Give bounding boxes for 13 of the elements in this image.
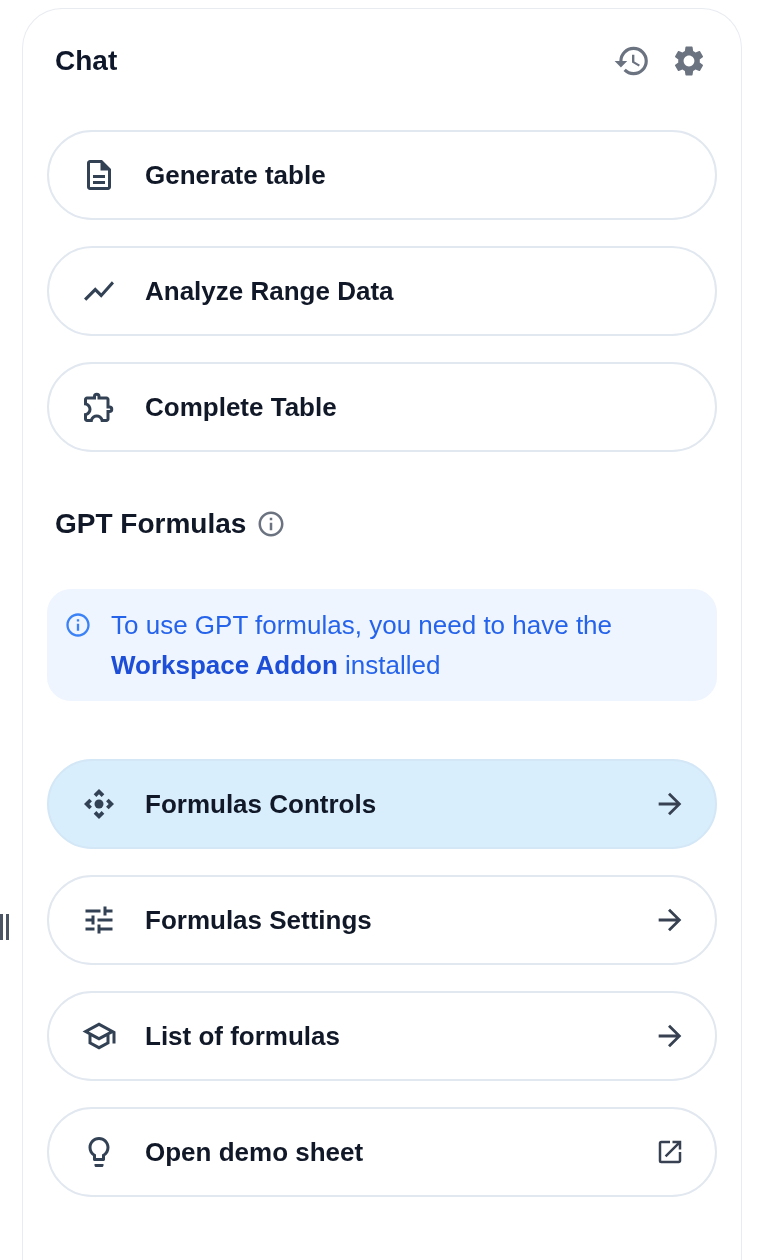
action-button[interactable]: Analyze Range Data <box>47 246 717 336</box>
menu-button[interactable]: Open demo sheet <box>47 1107 717 1197</box>
workspace-addon-link[interactable]: Workspace Addon <box>111 650 338 680</box>
menu-button[interactable]: Formulas Settings <box>47 875 717 965</box>
section-title: GPT Formulas <box>55 507 247 541</box>
action-button[interactable]: Generate table <box>47 130 717 220</box>
panel-title: Chat <box>55 44 118 78</box>
resize-handle-icon[interactable] <box>0 914 10 940</box>
action-button[interactable]: Complete Table <box>47 362 717 452</box>
info-icon <box>64 611 92 639</box>
menu-button[interactable]: List of formulas <box>47 991 717 1081</box>
notice-text: To use GPT formulas, you need to have the Workspace Addon installed <box>111 609 614 682</box>
menu-button[interactable]: Formulas Controls <box>47 759 717 849</box>
